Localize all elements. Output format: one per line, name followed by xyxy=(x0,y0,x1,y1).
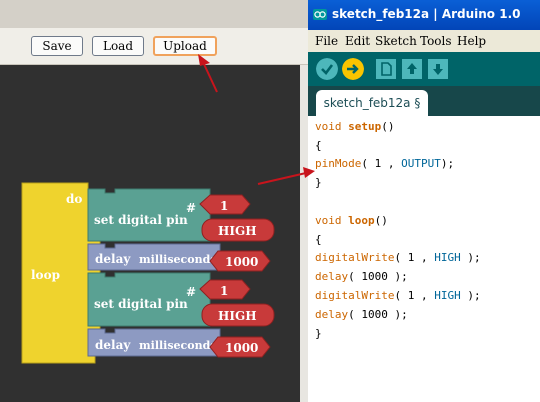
code-line: void loop() xyxy=(315,214,388,227)
delay-label-2: delay xyxy=(95,338,131,352)
code-text: ( 1 , xyxy=(361,157,402,170)
code-line: } xyxy=(315,176,322,189)
delay-value-2: 1000 xyxy=(225,341,258,355)
code-constant: HIGH xyxy=(434,289,461,302)
code-function: pinMode xyxy=(315,157,362,170)
state-value-2: HIGH xyxy=(218,309,257,323)
pin-value-2: 1 xyxy=(220,284,228,298)
verify-icon[interactable] xyxy=(316,58,338,80)
tab-row: sketch_feb12a § xyxy=(308,86,540,116)
hash-label-1: # xyxy=(186,201,196,215)
code-keyword: void xyxy=(315,120,342,133)
milliseconds-label-1: milliseconds xyxy=(139,253,216,266)
code-line: pinMode( 1 , OUTPUT); xyxy=(315,157,454,170)
code-keyword: void xyxy=(315,214,342,227)
arduino-title-bar[interactable]: sketch_feb12a | Arduino 1.0 xyxy=(308,0,540,30)
save-button[interactable]: Save xyxy=(31,36,83,56)
code-line: digitalWrite( 1 , HIGH ); xyxy=(315,289,481,302)
code-line: digitalWrite( 1 , HIGH ); xyxy=(315,251,481,264)
delay-label-1: delay xyxy=(95,252,131,266)
code-text: ( 1 , xyxy=(394,289,435,302)
code-text: () xyxy=(381,120,395,133)
menu-help[interactable]: Help xyxy=(457,34,486,48)
milliseconds-label-2: milliseconds xyxy=(139,339,216,352)
code-constant: OUTPUT xyxy=(401,157,441,170)
code-line: { xyxy=(315,139,322,152)
code-text: ); xyxy=(460,251,481,264)
code-editor[interactable]: void setup() { pinMode( 1 , OUTPUT); } v… xyxy=(308,116,540,402)
code-function: digitalWrite xyxy=(315,289,395,302)
code-line: delay( 1000 ); xyxy=(315,308,408,321)
code-line: { xyxy=(315,233,322,246)
code-text: () xyxy=(374,214,388,227)
menu-tools[interactable]: Tools xyxy=(420,34,452,48)
code-function: delay xyxy=(315,270,349,283)
set-pin-label-1: set digital pin xyxy=(94,213,188,227)
tab-sketch[interactable]: sketch_feb12a § xyxy=(316,90,428,116)
window-title: sketch_feb12a | Arduino 1.0 xyxy=(332,7,521,21)
code-line: void setup() xyxy=(315,120,395,133)
menu-file[interactable]: File xyxy=(315,34,338,48)
menu-edit[interactable]: Edit xyxy=(345,34,370,48)
menu-sketch[interactable]: Sketch xyxy=(375,34,417,48)
blockly-workspace[interactable]: loop do set digital pin # 1 HIGH delay m… xyxy=(0,65,300,402)
menu-bar: File Edit Sketch Tools Help xyxy=(308,30,540,52)
delay-value-1: 1000 xyxy=(225,255,258,269)
arduino-logo-icon xyxy=(313,9,327,20)
upload-arrow-icon[interactable] xyxy=(342,58,364,80)
blockly-top-strip xyxy=(0,0,308,28)
state-value-1: HIGH xyxy=(218,224,257,238)
load-button[interactable]: Load xyxy=(92,36,144,56)
code-text: ( 1 , xyxy=(394,251,435,264)
code-text: ( 1000 ); xyxy=(348,270,408,283)
code-constant: HIGH xyxy=(434,251,461,264)
code-text: ); xyxy=(440,157,455,170)
blockly-panel: Save Load Upload loop do set digital pin… xyxy=(0,0,308,402)
code-line: } xyxy=(315,327,322,340)
save-icon[interactable] xyxy=(428,59,448,79)
blockly-toolbar: Save Load Upload xyxy=(0,28,308,65)
code-text: ( 1000 ); xyxy=(348,308,408,321)
loop-block-label: loop xyxy=(31,268,60,282)
arduino-toolbar xyxy=(308,52,540,86)
arduino-window: sketch_feb12a | Arduino 1.0 File Edit Sk… xyxy=(308,0,540,402)
code-function: digitalWrite xyxy=(315,251,395,264)
code-function: setup xyxy=(348,120,382,133)
new-icon[interactable] xyxy=(376,59,396,79)
pin-value-1: 1 xyxy=(220,199,228,213)
code-line: delay( 1000 ); xyxy=(315,270,408,283)
open-icon[interactable] xyxy=(402,59,422,79)
upload-button[interactable]: Upload xyxy=(153,36,217,56)
set-pin-label-2: set digital pin xyxy=(94,297,188,311)
block-canvas[interactable]: loop do set digital pin # 1 HIGH delay m… xyxy=(0,65,300,402)
loop-do-label: do xyxy=(66,192,82,206)
hash-label-2: # xyxy=(186,285,196,299)
code-function: loop xyxy=(348,214,375,227)
code-text: ); xyxy=(460,289,481,302)
code-function: delay xyxy=(315,308,349,321)
workspace-scrollbar[interactable] xyxy=(300,65,308,402)
